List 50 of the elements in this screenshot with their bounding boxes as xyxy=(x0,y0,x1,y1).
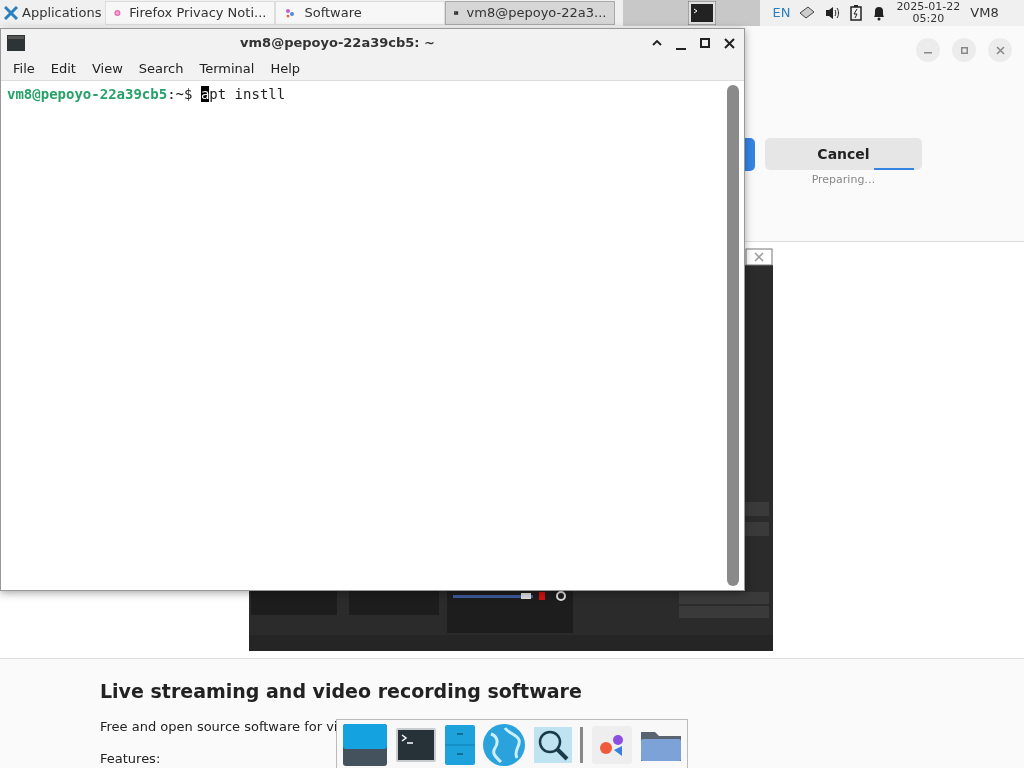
menu-item[interactable]: Help xyxy=(262,58,309,79)
close-icon xyxy=(723,37,735,49)
features-label: Features: xyxy=(100,749,162,768)
scrollbar[interactable] xyxy=(727,85,739,586)
maximize-button[interactable] xyxy=(698,36,712,50)
minimize-icon xyxy=(676,48,686,50)
menu-item[interactable]: Terminal xyxy=(191,58,263,79)
chevron-up-icon xyxy=(652,40,662,46)
applications-menu[interactable]: Applications xyxy=(0,0,106,26)
folder-icon[interactable] xyxy=(640,729,681,761)
language-indicator[interactable]: EN xyxy=(772,3,791,23)
minimize-icon xyxy=(924,52,932,54)
time-text: 05:20 xyxy=(912,13,945,25)
battery-icon[interactable] xyxy=(850,5,863,21)
menu-item[interactable]: Edit xyxy=(42,58,84,79)
magnifier-icon[interactable] xyxy=(533,727,572,763)
text-cursor: a xyxy=(200,86,210,102)
shapes-icon[interactable] xyxy=(592,726,633,764)
globe-icon[interactable] xyxy=(483,724,526,766)
description-text: Free and open source software for vi xyxy=(100,718,339,736)
dock-separator xyxy=(580,727,584,763)
taskbar-button[interactable]: Software xyxy=(275,1,446,25)
progress-indicator xyxy=(874,168,914,170)
close-icon xyxy=(995,45,1005,55)
maximize-icon xyxy=(960,46,968,54)
terminal-icon[interactable] xyxy=(395,728,436,762)
menu-item[interactable]: Search xyxy=(130,58,192,79)
taskbar-button[interactable]: Firefox Privacy Noti... xyxy=(105,1,276,25)
window-title: vm8@pepoyo-22a39cb5: ~ xyxy=(239,34,436,53)
desktop-icon[interactable] xyxy=(343,724,388,766)
terminal-icon xyxy=(7,35,25,51)
menu-item[interactable]: View xyxy=(83,58,131,79)
install-button[interactable] xyxy=(745,138,755,171)
dots-icon xyxy=(284,7,297,19)
maximize-icon xyxy=(700,38,710,48)
cabinet-icon[interactable] xyxy=(444,725,475,765)
command-text: pt instll xyxy=(209,86,286,102)
taskbar-button[interactable]: vm8@pepoyo-22a3... xyxy=(445,1,616,25)
terminal-icon[interactable] xyxy=(687,1,716,25)
prompt-path: :~$ xyxy=(167,86,193,102)
section-heading: Live streaming and video recording software xyxy=(100,678,583,704)
user-name[interactable]: VM8 xyxy=(970,3,999,23)
prompt-user: vm8@pepoyo-22a39cb5 xyxy=(7,86,168,102)
menu-item[interactable]: File xyxy=(5,58,43,79)
x-logo-icon xyxy=(4,6,18,20)
date-text: 2025-01-22 xyxy=(896,1,961,13)
close-button[interactable] xyxy=(722,36,736,50)
cancel-button[interactable]: Cancel xyxy=(765,138,922,170)
status-text: Preparing… xyxy=(811,172,876,188)
bell-icon[interactable] xyxy=(872,5,887,21)
